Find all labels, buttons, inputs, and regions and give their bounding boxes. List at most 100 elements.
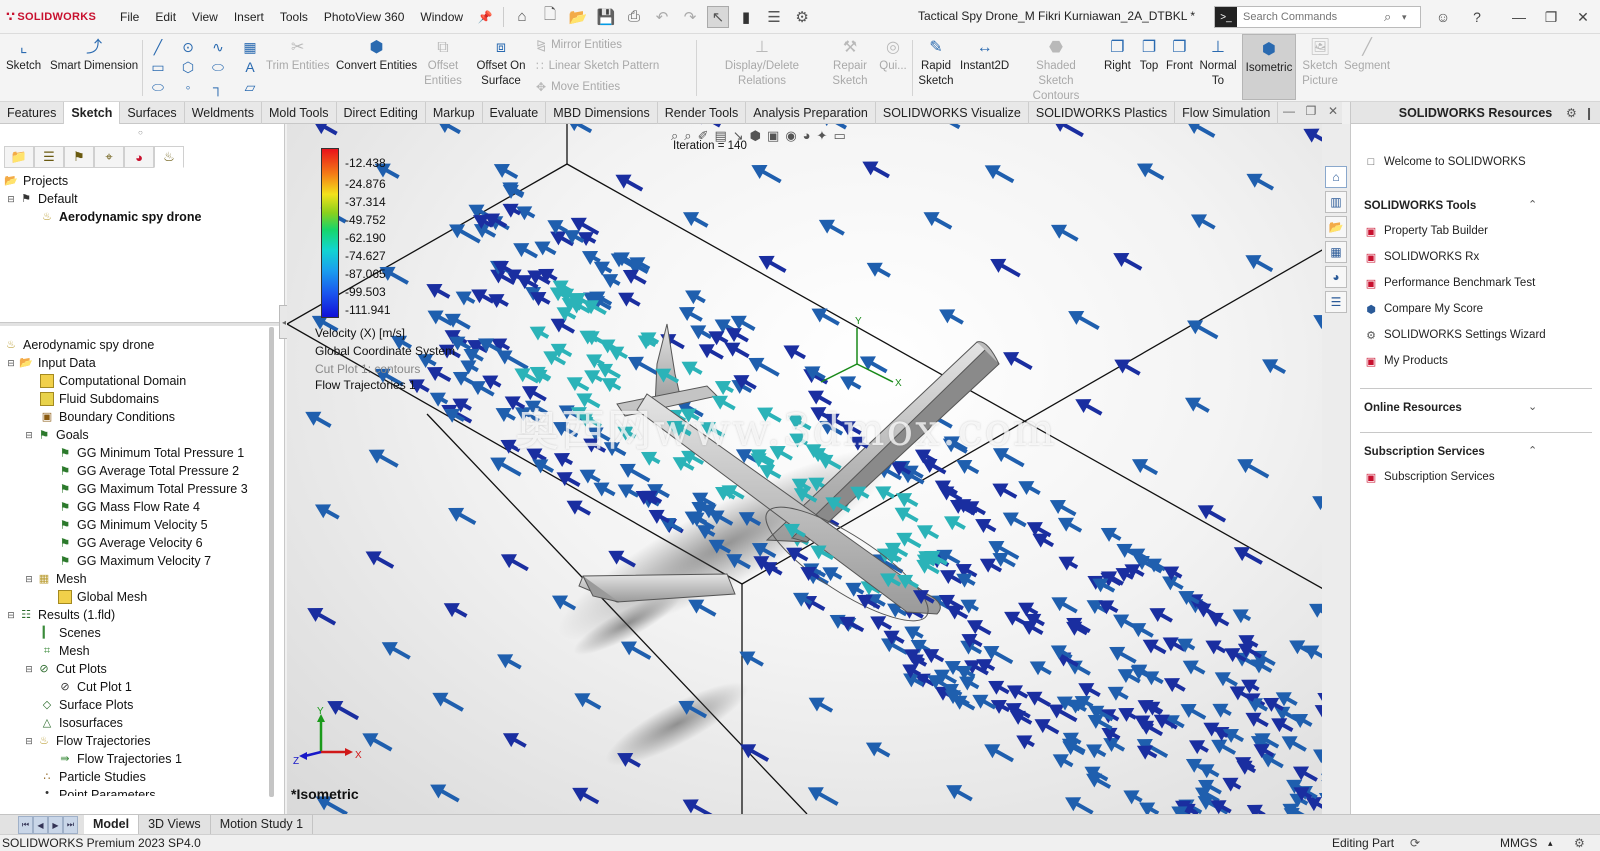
panel-grip-icon[interactable]: ○ — [138, 128, 143, 137]
traffic-light-icon[interactable]: ▮ — [735, 6, 757, 28]
isometric-button[interactable]: ⬢ Isometric — [1242, 34, 1296, 100]
tab-model[interactable]: Model — [84, 815, 139, 834]
first-tab-icon[interactable]: ⏮ — [18, 816, 33, 834]
tree-mesh[interactable]: ⊟ ▦ Mesh — [24, 570, 87, 588]
collapse-icon[interactable]: ⊟ — [24, 732, 34, 750]
print-icon[interactable]: ⎙ — [623, 6, 645, 28]
home-icon[interactable]: ⌂ — [511, 6, 533, 28]
resources-home-icon[interactable]: ⌂ — [1325, 166, 1347, 188]
tree-isosurfaces[interactable]: △ Isosurfaces — [40, 714, 123, 732]
search-dropdown-icon[interactable]: ▾ — [1402, 12, 1420, 23]
tree-flow-trajectories-1[interactable]: ⇛ Flow Trajectories 1 — [58, 750, 182, 768]
collapse-icon[interactable]: ⊟ — [6, 190, 16, 208]
options-gear-icon[interactable]: ⚙ — [791, 6, 813, 28]
collapse-chevron-icon[interactable]: ⌃ — [1528, 198, 1537, 211]
quick-snaps-button[interactable]: ◎ Qui... — [878, 36, 908, 74]
plane-tool-icon[interactable]: ▱ — [240, 78, 260, 96]
trim-entities-button[interactable]: ✂ Trim Entities — [266, 36, 329, 74]
search-commands-box[interactable]: >_ ⌕ ▾ — [1214, 6, 1421, 28]
shaded-sketch-contours-button[interactable]: ⬣ Shaded Sketch Contours — [1018, 36, 1094, 104]
collapse-icon[interactable]: ⊟ — [6, 354, 16, 372]
tree-goal-item[interactable]: ⚑ GG Minimum Total Pressure 1 — [58, 444, 244, 462]
appearances-icon[interactable]: ◕ — [1325, 266, 1347, 288]
tree-computational-domain[interactable]: Computational Domain — [40, 372, 186, 390]
rebuild-icon[interactable]: ⟳ — [1410, 835, 1420, 851]
last-tab-icon[interactable]: ⏭ — [63, 816, 78, 834]
collapse-icon[interactable]: ⊟ — [24, 570, 34, 588]
menu-photoview[interactable]: PhotoView 360 — [316, 10, 413, 24]
tree-project-active[interactable]: ♨ Aerodynamic spy drone — [40, 208, 201, 226]
unit-system[interactable]: MMGS — [1500, 835, 1537, 851]
restore-icon[interactable]: ❐ — [1540, 6, 1562, 28]
select-cursor-icon[interactable]: ↖ — [707, 6, 729, 28]
tab-solidworks-plastics[interactable]: SOLIDWORKS Plastics — [1029, 102, 1175, 124]
sketch-button[interactable]: ⌞ Sketch — [6, 36, 41, 74]
menu-view[interactable]: View — [184, 10, 226, 24]
tree-cut-plot-1[interactable]: ⊘ Cut Plot 1 — [58, 678, 132, 696]
minimize-icon[interactable]: — — [1508, 6, 1530, 28]
tab-evaluate[interactable]: Evaluate — [483, 102, 547, 124]
view-settings-icon[interactable]: ▭ — [833, 128, 845, 144]
tree-point-parameters[interactable]: • Point Parameters — [40, 786, 156, 796]
tab-features[interactable]: Features — [0, 102, 64, 124]
smart-dimension-button[interactable]: ⤴ Smart Dimension — [50, 36, 138, 74]
move-entities-button[interactable]: ✥ Move Entities — [536, 80, 620, 94]
collapse-icon[interactable]: ⊟ — [24, 426, 34, 444]
tool-link[interactable]: ⚙ SOLIDWORKS Settings Wizard — [1364, 328, 1546, 342]
menu-window[interactable]: Window — [412, 10, 471, 24]
tree-boundary-conditions[interactable]: ▣ Boundary Conditions — [40, 408, 175, 426]
tree-goal-item[interactable]: ⚑ GG Maximum Velocity 7 — [58, 552, 211, 570]
view-orientation-icon[interactable]: ⬢ — [750, 128, 761, 144]
text-tool-icon[interactable]: A — [240, 58, 260, 76]
tab-sketch[interactable]: Sketch — [64, 102, 120, 124]
search-input[interactable] — [1237, 11, 1384, 23]
convert-entities-button[interactable]: ⬢ Convert Entities — [336, 36, 417, 74]
tree-goal-item[interactable]: ⚑ GG Minimum Velocity 5 — [58, 516, 208, 534]
tab-motion-study-1[interactable]: Motion Study 1 — [211, 815, 313, 834]
welcome-link[interactable]: □ Welcome to SOLIDWORKS — [1364, 155, 1526, 169]
subscription-services-title[interactable]: Subscription Services — [1364, 446, 1485, 458]
tab-mbd-dimensions[interactable]: MBD Dimensions — [546, 102, 658, 124]
design-library-icon[interactable]: ▥ — [1325, 191, 1347, 213]
tab-markup[interactable]: Markup — [426, 102, 483, 124]
panel-splitter[interactable] — [0, 322, 285, 326]
menu-edit[interactable]: Edit — [147, 10, 184, 24]
tab-weldments[interactable]: Weldments — [185, 102, 262, 124]
tree-goals[interactable]: ⊟ ⚑ Goals — [24, 426, 89, 444]
expand-chevron-icon[interactable]: ⌄ — [1528, 400, 1537, 413]
tab-solidworks-visualize[interactable]: SOLIDWORKS Visualize — [876, 102, 1029, 124]
polygon-tool-icon[interactable]: ⬡ — [178, 58, 198, 76]
configuration-manager-tab-icon[interactable]: ⚑ — [64, 146, 94, 168]
instant2d-button[interactable]: ↔ Instant2D — [960, 36, 1009, 74]
edit-appearance-icon[interactable]: ◕ — [803, 128, 811, 144]
tab-render-tools[interactable]: Render Tools — [658, 102, 746, 124]
tool-link[interactable]: ⬢ Compare My Score — [1364, 302, 1483, 316]
tree-scrollbar[interactable] — [269, 327, 274, 797]
property-manager-tab-icon[interactable]: ☰ — [34, 146, 64, 168]
open-icon[interactable]: 📂 — [567, 6, 589, 28]
subscription-link[interactable]: ▣ Subscription Services — [1364, 470, 1495, 484]
viewport-close-icon[interactable]: ✕ — [1322, 104, 1344, 118]
tab-analysis-preparation[interactable]: Analysis Preparation — [746, 102, 876, 124]
tree-results-mesh[interactable]: ⌗ Mesh — [40, 642, 90, 660]
sketch-picture-button[interactable]: 🖼 Sketch Picture — [1302, 36, 1338, 89]
menu-insert[interactable]: Insert — [226, 10, 272, 24]
flow-simulation-tab-icon[interactable]: ♨ — [154, 146, 184, 168]
prev-tab-icon[interactable]: ◀ — [33, 816, 48, 834]
graphics-viewport[interactable]: Y X Y X Z ⌕ ⌕ ✐ ▤ ↘ ⬢ ▣ ◉ ◕ ✦ ▭ Iteratio… — [287, 124, 1350, 814]
segment-button[interactable]: ╱ Segment — [1344, 36, 1390, 74]
offset-on-surface-button[interactable]: ⧈ Offset On Surface — [470, 36, 532, 89]
collapse-chevron-icon[interactable]: ⌃ — [1528, 444, 1537, 457]
tree-results[interactable]: ⊟ ☷ Results (1.fld) — [6, 606, 115, 624]
slot-tool-icon[interactable]: ⬭ — [148, 78, 168, 96]
user-account-icon[interactable]: ☺ — [1432, 6, 1454, 28]
rectangle-tool-icon[interactable]: ▭ — [148, 58, 168, 76]
solidworks-logo[interactable]: ∵ SOLIDWORKS — [0, 9, 112, 25]
circle-tool-icon[interactable]: ⊙ — [178, 38, 198, 56]
view-top-button[interactable]: ❐ Top — [1138, 36, 1160, 74]
online-resources-title[interactable]: Online Resources — [1364, 402, 1462, 414]
hide-show-items-icon[interactable]: ◉ — [785, 128, 796, 144]
mirror-entities-button[interactable]: ⧎ Mirror Entities — [536, 38, 622, 52]
tab-surfaces[interactable]: Surfaces — [120, 102, 184, 124]
menu-tools[interactable]: Tools — [272, 10, 316, 24]
